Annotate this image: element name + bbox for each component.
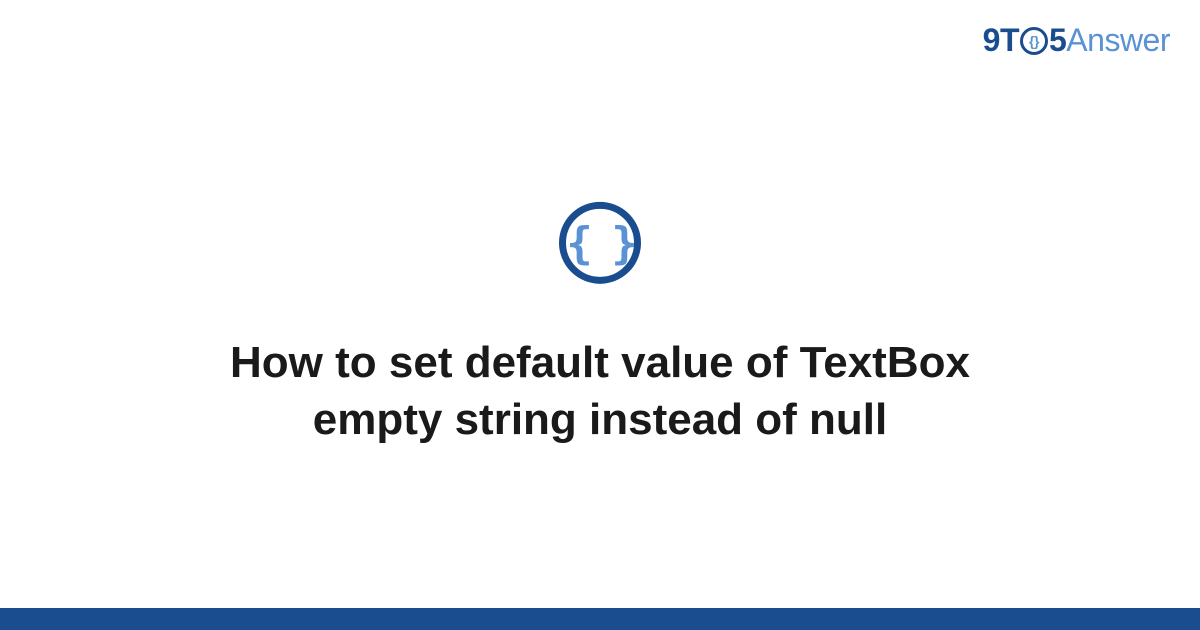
main-content: { } How to set default value of TextBox … [0, 202, 1200, 448]
code-braces-icon: { } [566, 217, 633, 268]
logo-text-5: 5 [1049, 22, 1066, 58]
site-logo: 9T{}5Answer [983, 22, 1170, 59]
logo-text-answer: Answer [1066, 22, 1170, 58]
footer-accent-bar [0, 608, 1200, 630]
logo-text-9t: 9T [983, 22, 1019, 58]
logo-clock-icon: {} [1020, 27, 1048, 55]
category-icon-circle: { } [559, 202, 641, 284]
page-title: How to set default value of TextBox empt… [150, 334, 1050, 448]
